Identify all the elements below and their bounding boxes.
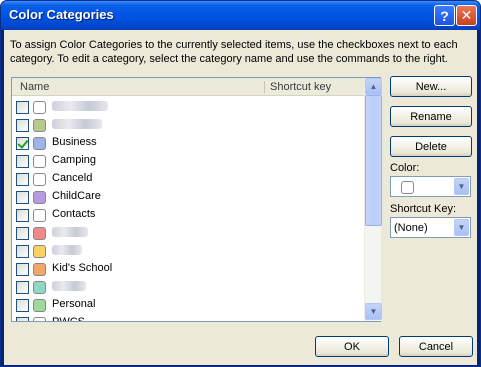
category-checkbox[interactable] xyxy=(16,119,29,132)
chevron-down-icon[interactable]: ▼ xyxy=(454,178,469,195)
color-label: Color: xyxy=(390,162,420,174)
category-color-swatch xyxy=(33,317,46,321)
obscured-category-name xyxy=(52,119,102,129)
category-color-swatch xyxy=(33,173,46,186)
list-item[interactable] xyxy=(12,241,364,259)
category-color-swatch xyxy=(33,137,46,150)
category-color-swatch xyxy=(33,263,46,276)
category-checkbox[interactable] xyxy=(16,317,29,321)
column-header-shortcut[interactable]: Shortcut key xyxy=(270,81,331,93)
list-header: Name Shortcut key xyxy=(12,78,364,96)
category-color-swatch xyxy=(33,101,46,114)
new-button[interactable]: New... xyxy=(390,76,472,97)
selected-color-swatch xyxy=(401,181,414,194)
rename-button[interactable]: Rename xyxy=(390,106,472,127)
category-checkbox[interactable] xyxy=(16,299,29,312)
help-button[interactable]: ? xyxy=(434,5,455,26)
list-item[interactable]: Camping xyxy=(12,151,364,169)
category-name: Personal xyxy=(52,298,96,310)
column-header-name[interactable]: Name xyxy=(20,81,49,93)
down-arrow-icon[interactable]: ▼ xyxy=(365,303,382,320)
category-list[interactable]: Name Shortcut key Business Camping Canceld… xyxy=(11,77,382,322)
category-name: Contacts xyxy=(52,208,96,220)
category-rows: Business Camping Canceld ChildCare Contacts K… xyxy=(12,97,364,321)
list-item[interactable]: PWCS xyxy=(12,313,364,321)
category-checkbox[interactable] xyxy=(16,263,29,276)
dialog-title: Color Categories xyxy=(9,7,114,22)
category-name: Business xyxy=(52,136,97,148)
category-color-swatch xyxy=(33,191,46,204)
list-item[interactable] xyxy=(12,277,364,295)
category-checkbox[interactable] xyxy=(16,245,29,258)
obscured-category-name xyxy=(52,227,88,237)
list-item[interactable]: Personal xyxy=(12,295,364,313)
column-separator xyxy=(264,81,265,93)
vertical-scrollbar[interactable]: ▲ ▼ xyxy=(364,78,382,321)
obscured-category-name xyxy=(52,281,86,291)
obscured-category-name xyxy=(52,245,82,255)
color-dropdown[interactable]: ▼ xyxy=(390,176,471,197)
category-name: Canceld xyxy=(52,172,93,184)
dialog-body: To assign Color Categories to the curren… xyxy=(4,30,477,365)
list-item[interactable]: Business xyxy=(12,133,364,151)
category-name: Kid's School xyxy=(52,262,113,274)
delete-button[interactable]: Delete xyxy=(390,136,472,157)
list-item[interactable] xyxy=(12,115,364,133)
category-checkbox[interactable] xyxy=(16,101,29,114)
category-color-swatch xyxy=(33,119,46,132)
delete-button-label: Delete xyxy=(415,140,447,153)
new-button-label: New... xyxy=(415,80,447,93)
cancel-button[interactable]: Cancel xyxy=(399,336,473,357)
ok-button[interactable]: OK xyxy=(315,336,389,357)
category-color-swatch xyxy=(33,299,46,312)
category-color-swatch xyxy=(33,209,46,222)
category-color-swatch xyxy=(33,227,46,240)
category-checkbox[interactable] xyxy=(16,281,29,294)
category-color-swatch xyxy=(33,155,46,168)
title-bar: Color Categories ? ✕ xyxy=(1,1,480,30)
rename-button-label: Rename xyxy=(410,110,452,123)
shortcut-key-dropdown[interactable]: (None) ▼ xyxy=(390,217,471,238)
list-item[interactable]: Contacts xyxy=(12,205,364,223)
shortcut-key-value: (None) xyxy=(394,222,428,234)
list-item[interactable]: Kid's School xyxy=(12,259,364,277)
cancel-button-label: Cancel xyxy=(418,340,454,353)
list-item[interactable] xyxy=(12,97,364,115)
chevron-down-icon[interactable]: ▼ xyxy=(454,219,469,236)
category-name: ChildCare xyxy=(52,190,101,202)
category-checkbox[interactable] xyxy=(16,173,29,186)
category-name: Camping xyxy=(52,154,97,166)
shortcut-key-label: Shortcut Key: xyxy=(390,203,457,215)
category-checkbox[interactable] xyxy=(16,137,29,150)
category-checkbox[interactable] xyxy=(16,209,29,222)
category-checkbox[interactable] xyxy=(16,155,29,168)
close-button[interactable]: ✕ xyxy=(456,5,477,26)
category-color-swatch xyxy=(33,281,46,294)
category-checkbox[interactable] xyxy=(16,191,29,204)
list-item[interactable] xyxy=(12,223,364,241)
ok-button-label: OK xyxy=(344,340,360,353)
color-categories-dialog: Color Categories ? ✕ To assign Color Cat… xyxy=(0,0,481,367)
category-name: PWCS xyxy=(52,316,85,321)
category-checkbox[interactable] xyxy=(16,227,29,240)
list-item[interactable]: Canceld xyxy=(12,169,364,187)
scrollbar-thumb[interactable] xyxy=(365,95,382,226)
obscured-category-name xyxy=(52,101,108,111)
list-item[interactable]: ChildCare xyxy=(12,187,364,205)
instructions-text: To assign Color Categories to the curren… xyxy=(10,39,458,65)
category-color-swatch xyxy=(33,245,46,258)
up-arrow-icon[interactable]: ▲ xyxy=(365,78,382,95)
